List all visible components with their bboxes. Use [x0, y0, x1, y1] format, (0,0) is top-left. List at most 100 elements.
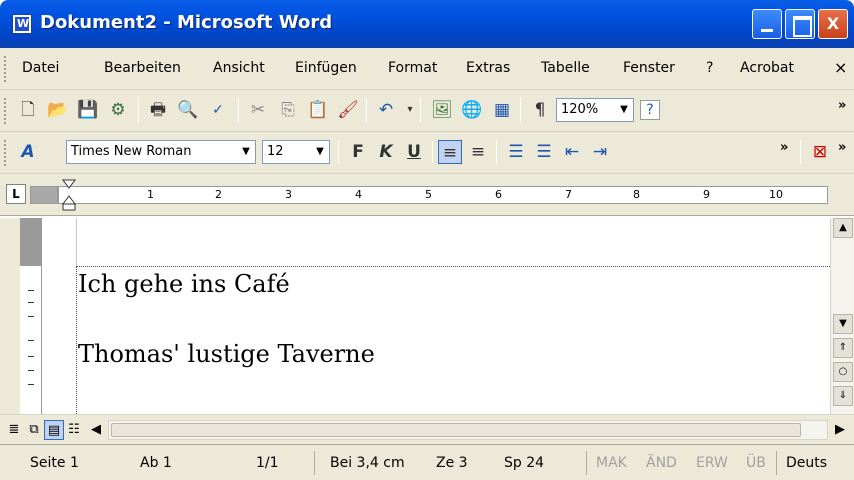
menu-acrobat[interactable]: Acrobat [740, 60, 794, 76]
new-document-icon[interactable]: 🗋 [16, 98, 40, 122]
undo-icon[interactable]: ↶ [374, 98, 398, 122]
print-layout-icon[interactable]: ▤ [44, 420, 64, 440]
align-center-icon[interactable]: ≡ [466, 140, 490, 164]
help-icon[interactable]: ? [640, 100, 660, 120]
previous-page-icon[interactable]: ⇑ [833, 338, 853, 358]
close-button[interactable]: X [818, 9, 848, 39]
status-page: Seite 1 [30, 455, 79, 471]
styles-icon[interactable]: A [16, 140, 40, 164]
browse-object-icon[interactable]: ○ [833, 362, 853, 382]
document-page[interactable]: Ich gehe ins Café Thomas' lustige Tavern… [42, 218, 830, 414]
bold-button[interactable]: F [346, 140, 370, 164]
format-painter-icon[interactable]: 🖌 [336, 98, 360, 122]
scroll-down-button[interactable]: ▼ [833, 314, 853, 334]
horizontal-ruler-area: L 1 2 3 4 5 6 7 8 9 10 [0, 174, 854, 216]
bulleted-list-icon[interactable]: ☰ [532, 140, 556, 164]
cut-icon[interactable]: ✂ [246, 98, 270, 122]
document-line[interactable]: Thomas' lustige Taverne [78, 340, 375, 368]
italic-button[interactable]: K [374, 140, 398, 164]
vertical-ruler-gutter [0, 218, 20, 414]
zoom-select[interactable]: 120% ▼ [556, 98, 634, 122]
menu-ansicht[interactable]: Ansicht [213, 60, 265, 76]
numbered-list-icon[interactable]: ☰ [504, 140, 528, 164]
scroll-right-button[interactable]: ▶ [830, 420, 850, 440]
acrobat-pdf-icon[interactable]: ⊠ [808, 140, 832, 164]
status-column: Sp 24 [504, 455, 545, 471]
status-language: Deuts [786, 455, 828, 471]
horizontal-scrollbar[interactable] [108, 420, 828, 440]
ruler-number: 3 [285, 188, 292, 201]
ruler-tick [28, 302, 34, 303]
toolbar-separator [496, 140, 497, 164]
print-icon[interactable]: 🖶 [146, 98, 170, 122]
menu-extras[interactable]: Extras [466, 60, 510, 76]
menu-help[interactable]: ? [706, 60, 713, 76]
print-preview-icon[interactable]: 🔍 [176, 98, 200, 122]
status-overtype[interactable]: ÜB [746, 455, 766, 471]
outline-view-icon[interactable]: ☷ [64, 420, 84, 440]
toolbar-separator [338, 140, 339, 164]
font-size-select[interactable]: 12 ▼ [262, 140, 330, 164]
menu-datei[interactable]: Datei [22, 60, 59, 76]
open-folder-icon[interactable]: 📂 [46, 98, 70, 122]
text-boundary-left [76, 266, 77, 414]
ruler-number: 10 [769, 188, 783, 201]
chevron-down-icon[interactable]: ▼ [617, 99, 631, 121]
status-separator [586, 451, 587, 475]
chevron-down-icon[interactable]: ▼ [239, 141, 253, 163]
close-document-icon[interactable]: × [834, 58, 847, 77]
status-separator [314, 451, 315, 475]
underline-button[interactable]: U [402, 140, 426, 164]
horizontal-scroll-thumb[interactable] [111, 423, 801, 437]
toolbar-separator [238, 98, 239, 122]
minimize-button[interactable] [752, 9, 782, 39]
pilcrow-icon[interactable]: ¶ [528, 98, 552, 122]
status-macro-recording[interactable]: MAK [596, 455, 627, 471]
menubar-grip[interactable] [4, 56, 8, 82]
increase-indent-icon[interactable]: ⇥ [588, 140, 612, 164]
status-track-changes[interactable]: ÄND [646, 455, 677, 471]
standard-toolbar: 🗋 📂 💾 ⚙ 🖶 🔍 ✓ ✂ ⎘ 📋 🖌 ↶ ▾ 🖼 🌐 ▦ ¶ 120% ▼… [0, 90, 854, 132]
menu-format[interactable]: Format [388, 60, 437, 76]
permission-icon[interactable]: ⚙ [106, 98, 130, 122]
word-app-icon[interactable] [12, 14, 32, 34]
toolbar-options-icon[interactable]: » [838, 140, 846, 155]
vertical-scrollbar[interactable]: ▲ ▼ ⇑ ○ ⇓ [830, 218, 854, 414]
paste-icon[interactable]: 📋 [306, 98, 330, 122]
maximize-button[interactable] [785, 9, 815, 39]
formatting-toolbar: A Times New Roman ▼ 12 ▼ F K U ≡ ≡ ☰ ☰ ⇤… [0, 132, 854, 174]
save-disk-icon[interactable]: 💾 [76, 98, 100, 122]
status-extend-selection[interactable]: ERW [696, 455, 728, 471]
tab-selector-button[interactable]: L [6, 184, 26, 204]
toolbar-options-icon[interactable]: » [780, 140, 788, 155]
menu-tabelle[interactable]: Tabelle [541, 60, 590, 76]
hyperlink-icon[interactable]: 🌐 [460, 98, 484, 122]
font-name-select[interactable]: Times New Roman ▼ [66, 140, 256, 164]
toolbar-options-icon[interactable]: » [838, 98, 846, 113]
spelling-icon[interactable]: ✓ [206, 98, 230, 122]
toolbar-grip[interactable] [4, 98, 8, 124]
ruler-tick [28, 370, 34, 371]
normal-view-icon[interactable]: ≣ [4, 420, 24, 440]
scroll-left-button[interactable]: ◀ [86, 420, 106, 440]
ruler-tick [28, 290, 34, 291]
align-left-icon[interactable]: ≡ [438, 140, 462, 164]
toolbar-grip[interactable] [4, 140, 8, 166]
menu-bearbeiten[interactable]: Bearbeiten [104, 60, 181, 76]
chevron-down-icon[interactable]: ▼ [313, 141, 327, 163]
status-line: Ze 3 [436, 455, 468, 471]
document-line[interactable]: Ich gehe ins Café [78, 270, 290, 298]
indent-marker-icon[interactable] [62, 178, 76, 212]
scroll-up-button[interactable]: ▲ [833, 218, 853, 238]
ruler-number: 9 [703, 188, 710, 201]
horizontal-ruler[interactable]: 1 2 3 4 5 6 7 8 9 10 [58, 186, 828, 204]
decrease-indent-icon[interactable]: ⇤ [560, 140, 584, 164]
table-icon[interactable]: ▦ [490, 98, 514, 122]
next-page-icon[interactable]: ⇓ [833, 386, 853, 406]
menu-einfuegen[interactable]: Einfügen [295, 60, 357, 76]
copy-icon[interactable]: ⎘ [276, 98, 300, 122]
insert-picture-icon[interactable]: 🖼 [430, 98, 454, 122]
menu-fenster[interactable]: Fenster [623, 60, 675, 76]
undo-dropdown-icon[interactable]: ▾ [398, 98, 422, 122]
web-layout-icon[interactable]: ⧉ [24, 420, 44, 440]
